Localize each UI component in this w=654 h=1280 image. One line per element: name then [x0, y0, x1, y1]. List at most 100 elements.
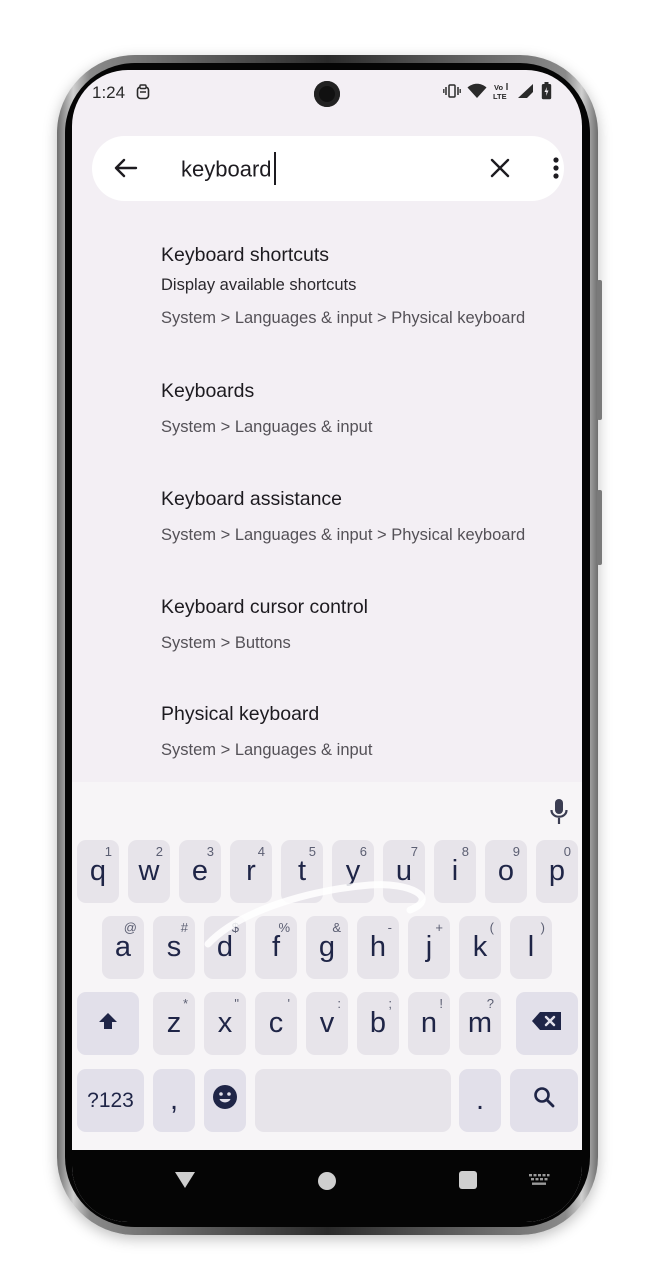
key-label: n — [420, 1007, 438, 1039]
key-label: f — [271, 931, 281, 963]
result-item[interactable]: Keyboard assistance System > Languages &… — [161, 488, 525, 545]
search-bar[interactable]: keyboard — [92, 136, 564, 201]
search-key[interactable] — [510, 1069, 578, 1132]
result-item[interactable]: Keyboard cursor control System > Buttons — [161, 596, 368, 653]
key-label: s — [166, 931, 182, 963]
key-label: t — [297, 855, 307, 887]
key-k[interactable]: k( — [459, 916, 501, 979]
status-bar: 1:24 Vo LTE — [72, 70, 582, 116]
key-a[interactable]: a @ — [102, 916, 144, 979]
key-hint: 5 — [308, 844, 316, 859]
key-n[interactable]: n! — [408, 992, 450, 1055]
key-label: q — [89, 855, 107, 887]
result-path: System > Languages & input — [161, 418, 373, 436]
svg-text:Vo: Vo — [494, 83, 503, 92]
key-hint: ! — [439, 996, 443, 1011]
result-item[interactable]: Physical keyboard System > Languages & i… — [161, 703, 372, 760]
soft-keyboard: q1 w2 e3 r4 t5 y6 u7 i8 o9 p0 a @ s # d $ f… — [72, 782, 582, 1150]
power-button — [597, 490, 602, 565]
key-q[interactable]: q1 — [77, 840, 119, 903]
key-label: y — [345, 855, 361, 887]
key-label: , — [169, 1084, 179, 1116]
backspace-key[interactable] — [516, 992, 578, 1055]
key-v[interactable]: v: — [306, 992, 348, 1055]
keyboard-switch-icon[interactable] — [528, 1173, 550, 1192]
key-label: u — [395, 855, 413, 887]
key-hint: & — [332, 920, 341, 935]
key-c[interactable]: c ' — [255, 992, 297, 1055]
key-label: z — [166, 1007, 182, 1039]
key-label: v — [319, 1007, 335, 1039]
key-hint: 4 — [257, 844, 265, 859]
key-x[interactable]: x " — [204, 992, 246, 1055]
key-label: g — [318, 931, 336, 963]
key-z[interactable]: z * — [153, 992, 195, 1055]
result-item[interactable]: Keyboards System > Languages & input — [161, 380, 372, 437]
key-h[interactable]: h- — [357, 916, 399, 979]
key-j[interactable]: j + — [408, 916, 450, 979]
shift-key[interactable] — [77, 992, 139, 1055]
volume-button — [597, 280, 602, 420]
symbols-key[interactable]: ?123 — [77, 1069, 144, 1132]
front-camera — [314, 81, 340, 107]
key-label: ?123 — [87, 1088, 134, 1112]
backspace-icon — [531, 1007, 563, 1040]
key-label: m — [467, 1007, 493, 1039]
search-icon — [532, 1084, 556, 1117]
key-label: o — [497, 855, 515, 887]
key-hint: : — [337, 996, 341, 1011]
nav-back-icon[interactable] — [174, 1170, 196, 1195]
result-summary: Display available shortcuts — [161, 276, 357, 294]
key-hint: * — [182, 996, 188, 1011]
key-r[interactable]: r4 — [230, 840, 272, 903]
period-key[interactable]: . — [459, 1069, 501, 1132]
result-path: System > Languages & input > Physical ke… — [161, 526, 526, 544]
key-label: h — [369, 931, 387, 963]
key-hint: - — [387, 920, 392, 935]
search-input[interactable]: keyboard — [181, 152, 276, 187]
key-g[interactable]: g & — [306, 916, 348, 979]
key-i[interactable]: i8 — [434, 840, 476, 903]
nav-recents-icon[interactable] — [459, 1171, 477, 1189]
key-label: r — [246, 855, 256, 887]
key-l[interactable]: l) — [510, 916, 552, 979]
emoji-key[interactable] — [204, 1069, 246, 1132]
key-label: b — [369, 1007, 387, 1039]
key-y[interactable]: y6 — [332, 840, 374, 903]
result-item[interactable]: Keyboard shortcuts Display available sho… — [161, 244, 525, 328]
comma-key[interactable]: , — [153, 1069, 195, 1132]
key-hint: 1 — [104, 844, 112, 859]
key-e[interactable]: e3 — [179, 840, 221, 903]
arrow-back-icon[interactable] — [112, 154, 140, 182]
shift-icon — [97, 1007, 119, 1040]
key-p[interactable]: p0 — [536, 840, 578, 903]
search-query: keyboard — [181, 156, 272, 182]
key-label: l — [527, 931, 535, 963]
key-label: a — [114, 931, 132, 963]
close-icon[interactable] — [486, 154, 514, 182]
key-m[interactable]: m? — [459, 992, 501, 1055]
result-title: Keyboards — [161, 380, 255, 402]
key-label: j — [425, 931, 433, 963]
key-s[interactable]: s # — [153, 916, 195, 979]
key-hint: $ — [231, 920, 239, 935]
microphone-icon[interactable] — [548, 797, 570, 827]
key-hint: # — [180, 920, 188, 935]
volte-icon: Vo LTE — [493, 82, 511, 105]
key-b[interactable]: b; — [357, 992, 399, 1055]
space-key[interactable] — [255, 1069, 451, 1132]
nav-home-icon[interactable] — [318, 1172, 336, 1190]
key-hint: 9 — [512, 844, 520, 859]
key-f[interactable]: f% — [255, 916, 297, 979]
battery-icon — [541, 82, 552, 105]
key-u[interactable]: u7 — [383, 840, 425, 903]
more-vert-icon[interactable] — [544, 154, 568, 182]
key-hint: 2 — [155, 844, 163, 859]
key-label: c — [268, 1007, 284, 1039]
result-path: System > Languages & input > Physical ke… — [161, 309, 526, 327]
key-d[interactable]: d $ — [204, 916, 246, 979]
key-label: k — [472, 931, 488, 963]
key-t[interactable]: t5 — [281, 840, 323, 903]
key-o[interactable]: o9 — [485, 840, 527, 903]
key-w[interactable]: w2 — [128, 840, 170, 903]
